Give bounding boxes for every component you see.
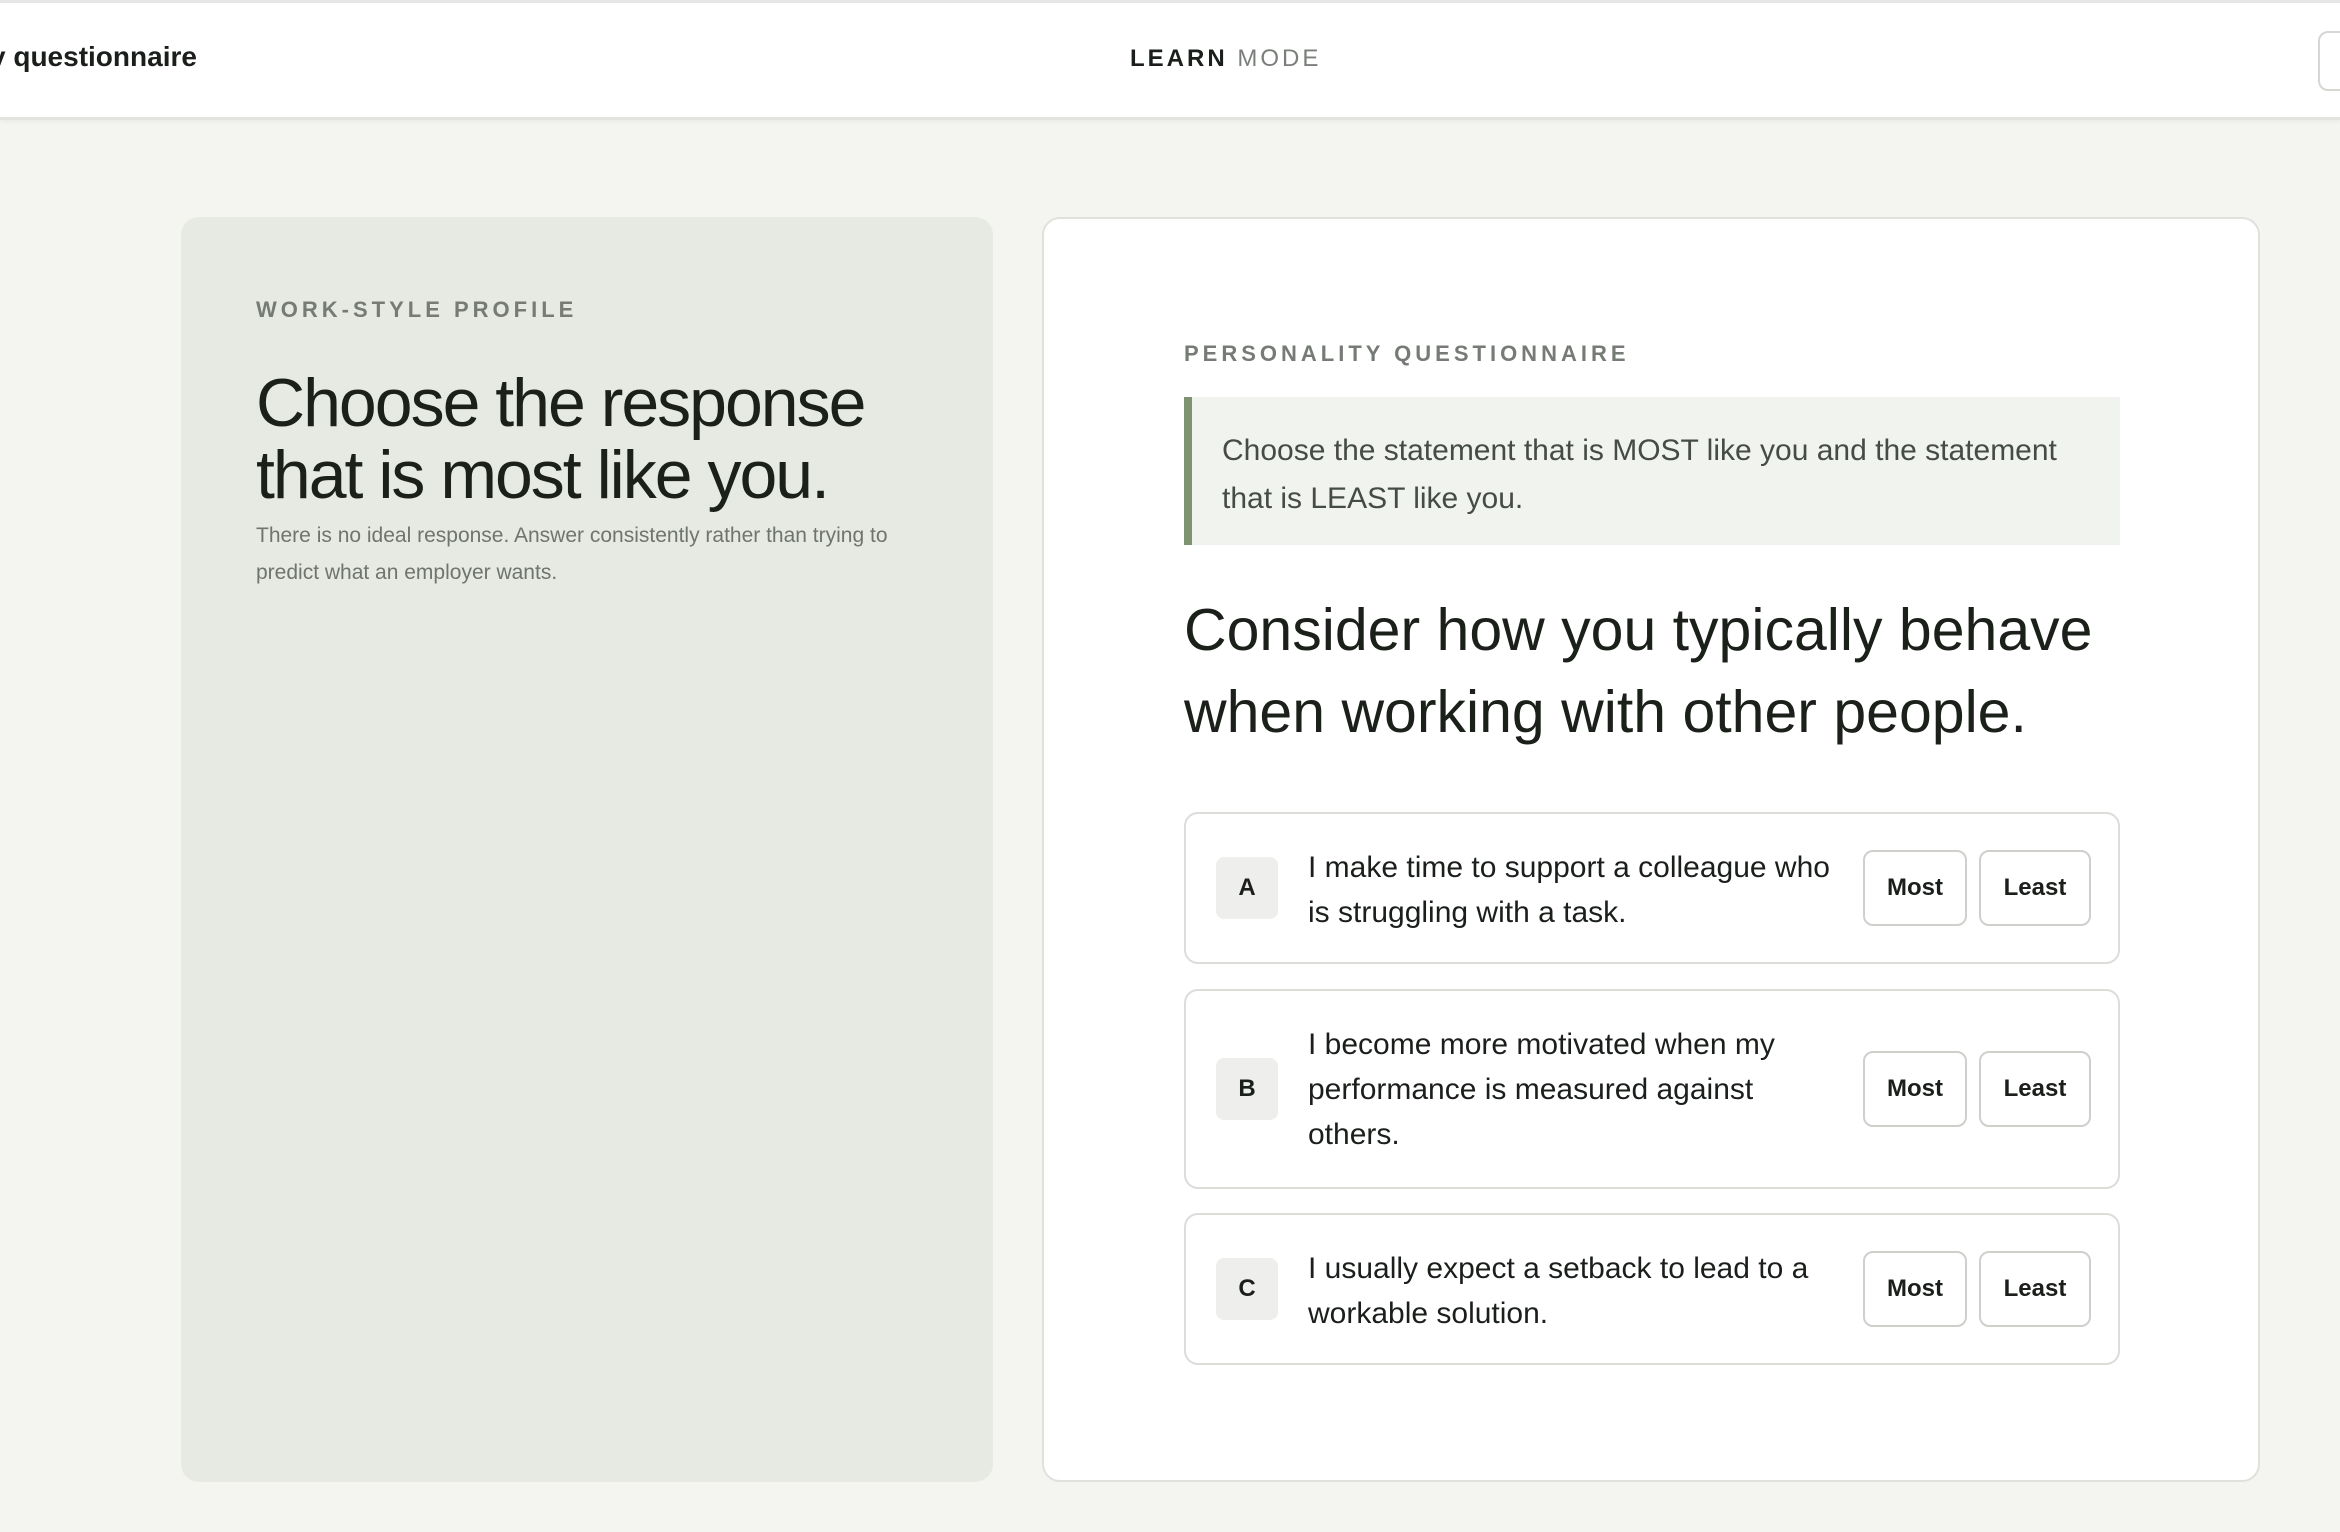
profile-subtext: There is no ideal response. Answer consi… <box>256 524 888 584</box>
most-button[interactable]: Most <box>1863 1051 1967 1127</box>
questionnaire-eyebrow: PERSONALITY QUESTIONNAIRE <box>1184 341 1630 366</box>
least-button[interactable]: Least <box>1979 850 2091 926</box>
option-statement: I usually expect a setback to lead to a … <box>1308 1252 1809 1330</box>
option-a: A I make time to support a colleague who… <box>1184 812 2120 964</box>
option-letter-badge: C <box>1216 1258 1278 1320</box>
option-letter-badge: B <box>1216 1058 1278 1120</box>
profile-eyebrow: WORK-STYLE PROFILE <box>256 297 578 322</box>
mode-label-light: MODE <box>1237 45 1322 72</box>
app-title: y questionnaire <box>0 41 197 72</box>
least-button[interactable]: Least <box>1979 1051 2091 1127</box>
profile-panel: WORK-STYLE PROFILE Choose the response t… <box>181 217 993 1482</box>
option-c: C I usually expect a setback to lead to … <box>1184 1213 2120 1365</box>
most-button[interactable]: Most <box>1863 1251 1967 1327</box>
instruction-callout: Choose the statement that is MOST like y… <box>1184 397 2120 545</box>
least-button[interactable]: Least <box>1979 1251 2091 1327</box>
header-action-button[interactable] <box>2318 31 2340 91</box>
question-text: Consider how you typically behave when w… <box>1184 597 2093 745</box>
question-card: PERSONALITY QUESTIONNAIRE Choose the sta… <box>1042 217 2260 1482</box>
profile-heading: Choose the response that is most like yo… <box>256 365 866 513</box>
mode-label-strong: LEARN <box>1130 45 1228 72</box>
option-statement: I make time to support a colleague who i… <box>1308 851 1830 929</box>
option-b: B I become more motivated when my perfor… <box>1184 989 2120 1189</box>
top-bar: y questionnaire LEARN MODE <box>0 0 2340 120</box>
option-statement: I become more motivated when my performa… <box>1308 1028 1775 1151</box>
option-letter-badge: A <box>1216 857 1278 919</box>
most-button[interactable]: Most <box>1863 850 1967 926</box>
mode-indicator: LEARN MODE <box>1130 45 1321 73</box>
